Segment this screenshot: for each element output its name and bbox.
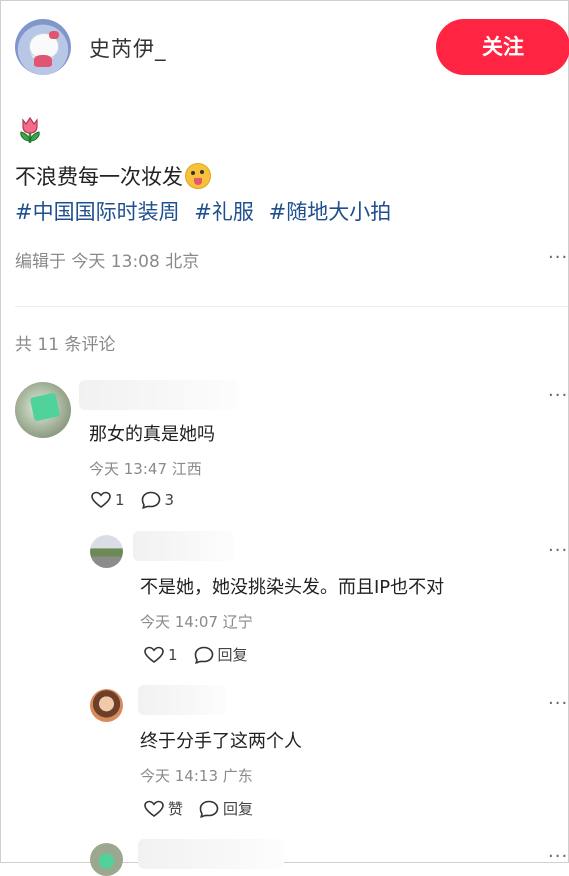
comment-meta: 今天 14:07 辽宁 [140,613,253,631]
comment-more-icon[interactable]: ··· [548,693,568,714]
divider [15,306,568,307]
post-text: 不浪费每一次妆发 [15,165,183,189]
comment-text: 不是她，她没挑染头发。而且IP也不对 [140,577,445,598]
comment-bubble-icon [199,800,219,818]
tongue-face-emoji-icon [185,163,211,189]
commenter-avatar[interactable] [90,843,123,876]
comment-actions: 1 3 [91,491,190,509]
comment-bubble-icon [141,491,160,509]
post-text-line: 不浪费每一次妆发 [15,161,211,191]
like-button[interactable]: 赞 [144,798,183,819]
commenter-name-blurred[interactable] [133,531,235,561]
post-more-icon[interactable]: ··· [548,247,568,268]
commenter-name-blurred[interactable] [138,685,226,715]
reply-button[interactable]: 3 [141,491,175,509]
follow-button[interactable]: 关注 [436,19,569,75]
comment-meta: 今天 13:47 江西 [89,460,202,478]
avatar-green-card-shape [29,392,61,422]
reply-button[interactable]: 回复 [194,644,248,665]
commenter-avatar[interactable] [90,535,123,568]
author-name[interactable]: 史芮伊_ [89,33,167,63]
heart-icon [144,800,164,817]
comment-more-icon[interactable]: ··· [548,846,568,867]
like-count: 1 [115,491,125,509]
comment-actions: 赞 回复 [144,798,269,819]
author-header: 史芮伊_ 关注 [15,19,569,75]
post-tags: #中国国际时装周 #礼服 #随地大小拍 [15,196,399,226]
edit-info: 编辑于 今天 13:08 北京 [15,252,200,272]
like-button[interactable]: 1 [144,646,178,664]
reply-button[interactable]: 回复 [199,798,253,819]
tag-link[interactable]: #礼服 [194,200,254,224]
comment-more-icon[interactable]: ··· [548,540,568,561]
heart-icon [144,646,164,663]
like-button[interactable]: 1 [91,491,125,509]
comment-bubble-icon [194,646,213,664]
reply-label: 回复 [223,800,254,818]
commenter-avatar[interactable] [90,689,123,722]
comment-text: 终于分手了这两个人 [140,731,302,752]
avatar-body-shape [34,55,52,67]
tag-link[interactable]: #随地大小拍 [269,200,392,224]
tulip-emoji-icon [20,116,40,143]
note-detail-panel: 史芮伊_ 关注 不浪费每一次妆发 #中国国际时装周 #礼服 #随地大小拍 编辑于… [0,0,569,876]
author-avatar[interactable] [15,19,71,75]
commenter-name-blurred[interactable] [138,839,284,869]
like-count: 1 [168,645,178,664]
comment-more-icon[interactable]: ··· [548,385,568,406]
tag-link[interactable]: #中国国际时装周 [15,200,180,224]
comment-meta: 今天 14:13 广东 [140,767,253,785]
comment-count: 共 11 条评论 [15,335,116,355]
reply-label: 回复 [217,646,248,664]
like-label: 赞 [168,800,184,818]
commenter-avatar[interactable] [15,382,71,438]
comment-text: 那女的真是她吗 [89,424,215,445]
heart-icon [91,491,111,508]
avatar-bow-shape [49,31,59,39]
comment-actions: 1 回复 [144,644,264,665]
reply-count: 3 [164,491,175,509]
commenter-name-blurred[interactable] [79,380,239,410]
